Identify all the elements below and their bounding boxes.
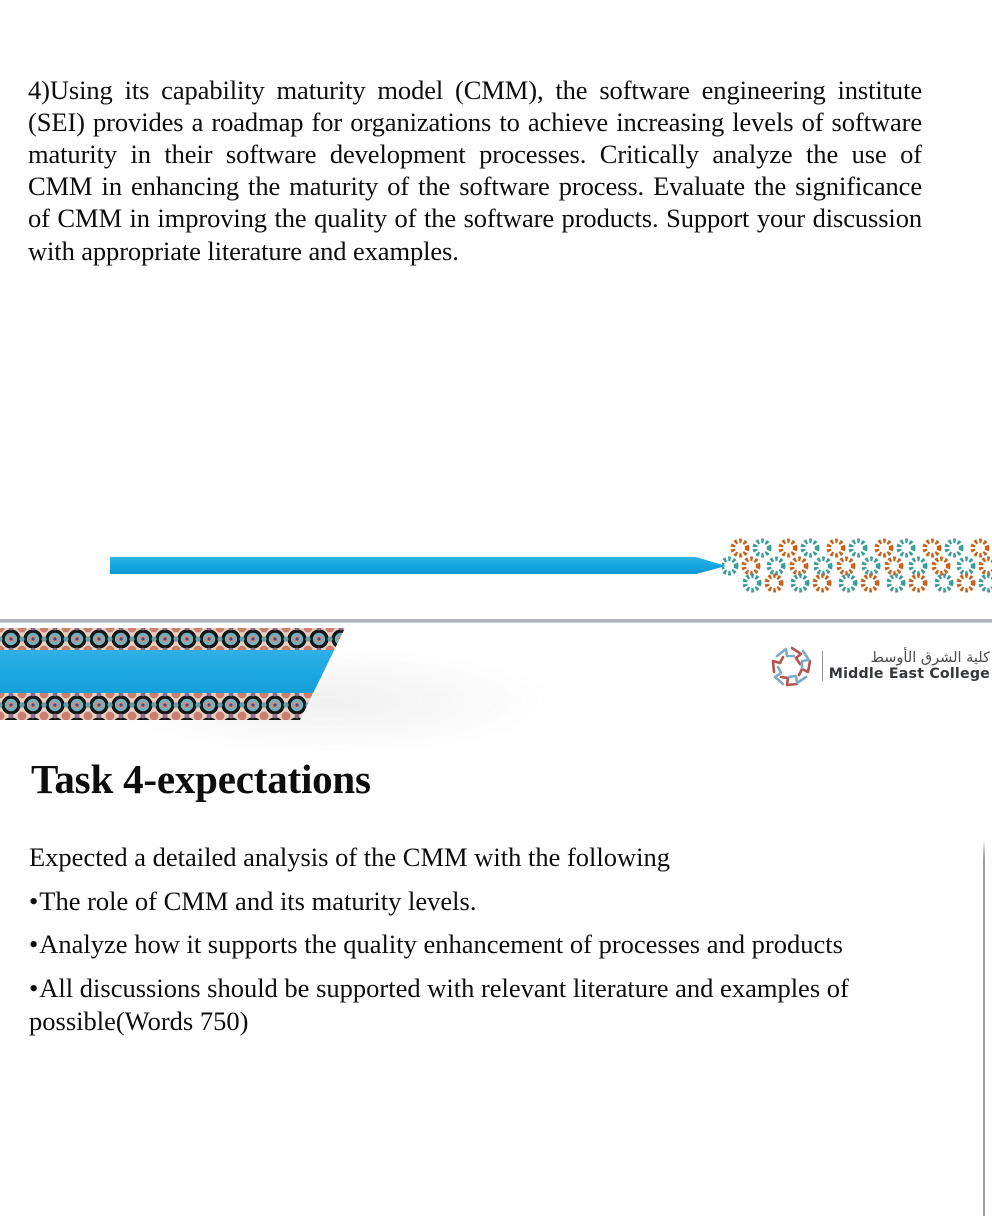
content-line-3: All discussions should be supported with… — [29, 972, 909, 1038]
logo-arabic-name: كلية الشرق الأوسط — [870, 649, 990, 666]
slide-2-title: Task 4-expectations — [31, 756, 371, 803]
header-banner-icon — [0, 628, 345, 720]
logo-text-block: كلية الشرق الأوسط Middle East College — [821, 649, 990, 683]
logo-english-name: Middle East College — [828, 666, 990, 683]
slide-2-content: Expected a detailed analysis of the CMM … — [29, 841, 909, 1048]
college-logo: كلية الشرق الأوسط Middle East College — [769, 644, 990, 688]
rosette-ornament-icon — [722, 535, 992, 597]
content-line-1: The role of CMM and its maturity levels. — [29, 885, 909, 918]
pinwheel-emblem-icon — [771, 646, 812, 687]
blue-accent-bar — [110, 555, 726, 576]
content-line-2: Analyze how it supports the quality enha… — [29, 928, 909, 961]
content-line-0: Expected a detailed analysis of the CMM … — [29, 842, 671, 872]
blue-accent-bar-icon — [110, 557, 726, 574]
slide-1-body-text: 4)Using its capability maturity model (C… — [28, 74, 922, 266]
page-edge-line — [983, 840, 985, 1216]
decorative-header-banner — [0, 628, 345, 720]
rosette-ornament-band — [722, 535, 992, 597]
slides-page: 4)Using its capability maturity model (C… — [0, 0, 992, 1216]
slide-1: 4)Using its capability maturity model (C… — [0, 0, 992, 620]
slide-2: كلية الشرق الأوسط Middle East College Ta… — [0, 623, 992, 1216]
